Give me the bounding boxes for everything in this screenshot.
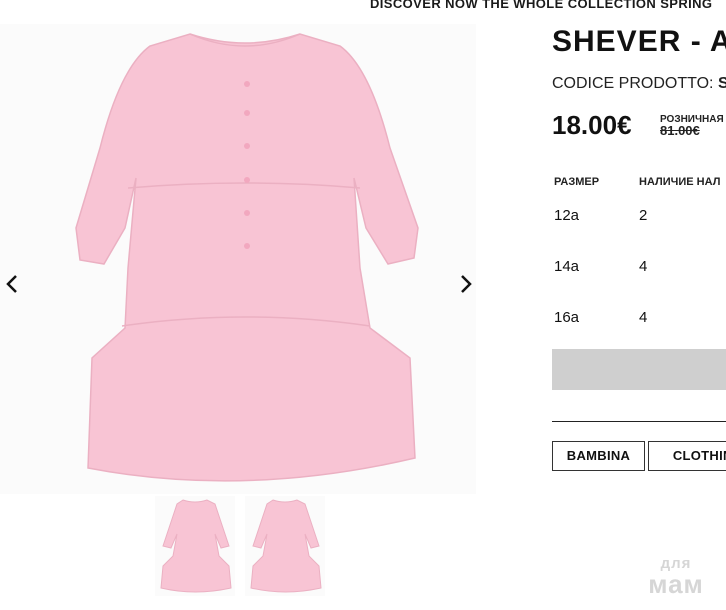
stock-column-header: НАЛИЧИЕ НАЛ: [639, 176, 721, 188]
product-info: SHEVER - A CODICE PRODOTTO: SH 18.00€ РО…: [552, 0, 726, 610]
tag-clothing[interactable]: CLOTHING: [648, 441, 726, 471]
size-value: 14a: [554, 258, 580, 275]
retail-price-value: 81.00€: [660, 123, 700, 138]
size-column-header: РАЗМЕР: [554, 176, 600, 188]
gallery-prev-button[interactable]: [0, 272, 24, 296]
stock-value: 4: [639, 258, 648, 275]
product-code: CODICE PRODOTTO: SH: [552, 75, 726, 93]
product-gallery: [0, 24, 476, 494]
thumbnail-image: [250, 499, 322, 593]
gallery-next-button[interactable]: [454, 272, 478, 296]
size-row[interactable]: 14a 4: [552, 258, 726, 288]
thumbnail-back[interactable]: [245, 496, 325, 596]
stock-value: 4: [639, 309, 648, 326]
chevron-left-icon: [6, 275, 17, 293]
divider: [552, 421, 726, 422]
size-value: 16a: [554, 309, 580, 326]
stock-value: 2: [639, 207, 648, 224]
product-title: SHEVER - A: [552, 25, 726, 58]
size-row[interactable]: 12a 2: [552, 207, 726, 237]
product-code-label: CODICE PRODOTTO:: [552, 75, 714, 92]
chevron-right-icon: [461, 275, 472, 293]
thumbnail-front[interactable]: [155, 496, 235, 596]
thumbnail-image: [160, 499, 232, 593]
add-to-cart-button[interactable]: [552, 349, 726, 390]
watermark-logo: для мам: [648, 555, 704, 599]
product-code-value: SH: [717, 75, 726, 92]
product-image: [75, 33, 419, 482]
size-value: 12a: [554, 207, 580, 224]
size-row[interactable]: 16a 4: [552, 309, 726, 339]
product-price: 18.00€: [552, 110, 632, 140]
tag-bambina[interactable]: BAMBINA: [552, 441, 645, 471]
